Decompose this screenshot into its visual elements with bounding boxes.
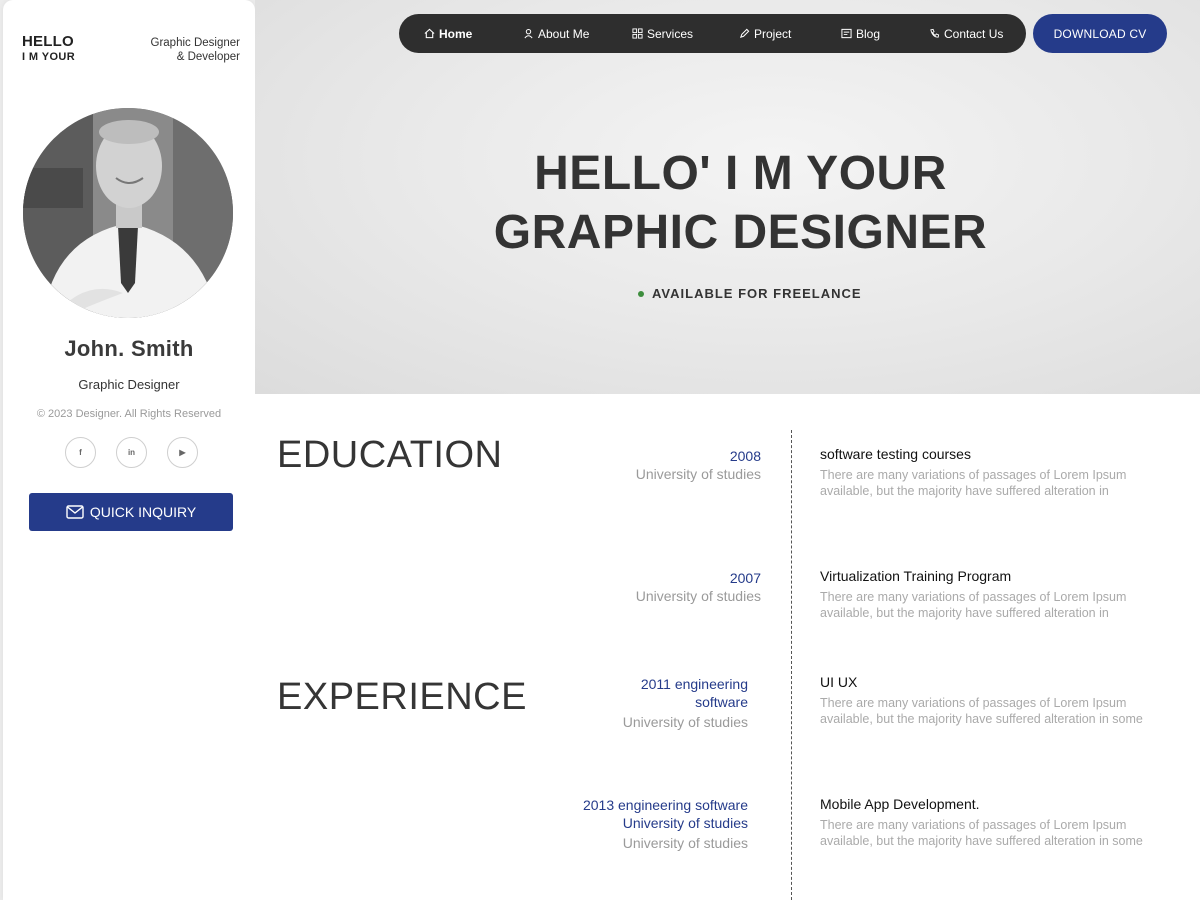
education-heading: EDUCATION (277, 434, 503, 476)
facebook-icon[interactable]: f (65, 437, 96, 468)
copyright-text: © 2023 Designer. All Rights Reserved (36, 408, 222, 420)
profile-sidebar: HELLO I M YOUR Graphic Designer & Develo… (3, 0, 255, 900)
brand-line-2: I M YOUR (22, 51, 76, 63)
timeline-divider (791, 430, 792, 900)
facebook-glyph: f (79, 448, 82, 457)
education-entry-2-school: University of studies (635, 588, 761, 604)
avatar (23, 108, 233, 318)
home-icon (424, 28, 435, 39)
nav-label-services: Services (647, 26, 694, 41)
education-entry-2-detail: Virtualization Training Program There ar… (820, 568, 1190, 621)
linkedin-glyph: in (127, 448, 136, 457)
education-entry-2-meta: 2007 University of studies (636, 569, 761, 605)
experience-entry-1-desc-line-2: available, but the majority have suffere… (820, 712, 1143, 726)
brand-logo[interactable]: HELLO I M YOUR (22, 34, 75, 63)
nav-label-home: Home (439, 26, 473, 41)
profile-photo (23, 108, 233, 318)
brand-line-1: HELLO (22, 33, 74, 50)
nav-item-contact[interactable]: Contact Us (929, 14, 1003, 53)
freelance-status-label: AVAILABLE FOR FREELANCE (652, 286, 862, 301)
experience-entry-1-year-line-1: 2011 engineering (640, 676, 748, 692)
youtube-glyph: ▶ (179, 448, 186, 457)
phone-icon (930, 28, 940, 38)
experience-entry-2-year-line-1: 2013 engineering software (582, 797, 748, 813)
user-icon (524, 28, 533, 39)
experience-entry-1-meta: 2011 engineering software University of … (623, 675, 748, 731)
experience-entry-2-course: Mobile App Development. (820, 796, 980, 812)
experience-entry-1-desc-line-1: There are many variations of passages of… (820, 696, 1127, 710)
status-dot-icon (638, 290, 644, 297)
education-entry-1-detail: software testing courses There are many … (820, 446, 1190, 499)
experience-entry-2-desc-line-1: There are many variations of passages of… (820, 818, 1127, 832)
nav-item-blog[interactable]: Blog (841, 14, 880, 53)
hero-section: Home About Me Services Project Blog Cont… (255, 0, 1200, 394)
nav-label-contact: Contact Us (944, 26, 1004, 41)
nav-label-about: About Me (538, 26, 590, 41)
experience-heading: EXPERIENCE (277, 676, 527, 718)
experience-entry-1-course: UI UX (820, 674, 858, 690)
resume-section: EDUCATION 2008 University of studies sof… (255, 394, 1200, 900)
experience-entry-2-meta: 2013 engineering software University of … (583, 796, 748, 852)
quick-inquiry-button[interactable]: QUICK INQUIRY (29, 493, 233, 531)
grid-icon (632, 28, 643, 39)
education-entry-1-meta: 2008 University of studies (636, 447, 761, 483)
nav-item-about[interactable]: About Me (523, 14, 589, 53)
hero-title: HELLO' I M YOUR GRAPHIC DESIGNER (255, 144, 1200, 262)
download-cv-button[interactable]: DOWNLOAD CV (1033, 14, 1167, 53)
experience-entry-1-year-line-2: software (695, 694, 748, 710)
tagline-line-2: & Developer (176, 51, 240, 63)
education-entry-1-course: software testing courses (820, 446, 971, 462)
education-entry-2-desc-line-2: available, but the majority have suffere… (820, 606, 1109, 620)
nav-item-project[interactable]: Project (739, 14, 791, 53)
mail-icon (66, 505, 84, 519)
education-entry-1-desc-line-1: There are many variations of passages of… (820, 468, 1127, 482)
experience-entry-2-desc-line-2: available, but the majority have suffere… (820, 834, 1143, 848)
experience-entry-2-year-line-2: University of studies (622, 815, 748, 831)
profile-name: John. Smith (64, 336, 194, 361)
hero-title-line-1: HELLO' I M YOUR (534, 147, 947, 200)
experience-entry-1-school: University of studies (622, 714, 748, 730)
nav-item-services[interactable]: Services (632, 14, 693, 53)
nav-item-home[interactable]: Home (424, 14, 472, 53)
education-entry-2-desc-line-1: There are many variations of passages of… (820, 590, 1127, 604)
nav-label-project: Project (754, 26, 792, 41)
experience-entry-2-school: University of studies (622, 835, 748, 851)
youtube-icon[interactable]: ▶ (167, 437, 198, 468)
experience-entry-2-detail: Mobile App Development. There are many v… (820, 796, 1190, 849)
profile-role: Graphic Designer (78, 377, 180, 392)
experience-entry-1-detail: UI UX There are many variations of passa… (820, 674, 1190, 727)
quick-inquiry-label: QUICK INQUIRY (89, 504, 197, 520)
education-entry-1-desc-line-2: available, but the majority have suffere… (820, 484, 1109, 498)
social-links: f in ▶ (65, 437, 198, 468)
blog-icon (841, 28, 852, 39)
education-entry-1-school: University of studies (635, 466, 761, 482)
main-nav: Home About Me Services Project Blog Cont… (399, 14, 1026, 53)
hero-title-line-2: GRAPHIC DESIGNER (493, 206, 988, 259)
linkedin-icon[interactable]: in (116, 437, 147, 468)
pen-icon (740, 28, 750, 38)
tagline-line-1: Graphic Designer (150, 37, 240, 49)
freelance-status: AVAILABLE FOR FREELANCE (638, 286, 862, 301)
education-entry-2-year: 2007 (729, 570, 761, 586)
nav-label-blog: Blog (856, 26, 881, 41)
tagline: Graphic Designer & Developer (151, 36, 240, 64)
education-entry-1-year: 2008 (729, 448, 761, 464)
education-entry-2-course: Virtualization Training Program (820, 568, 1012, 584)
